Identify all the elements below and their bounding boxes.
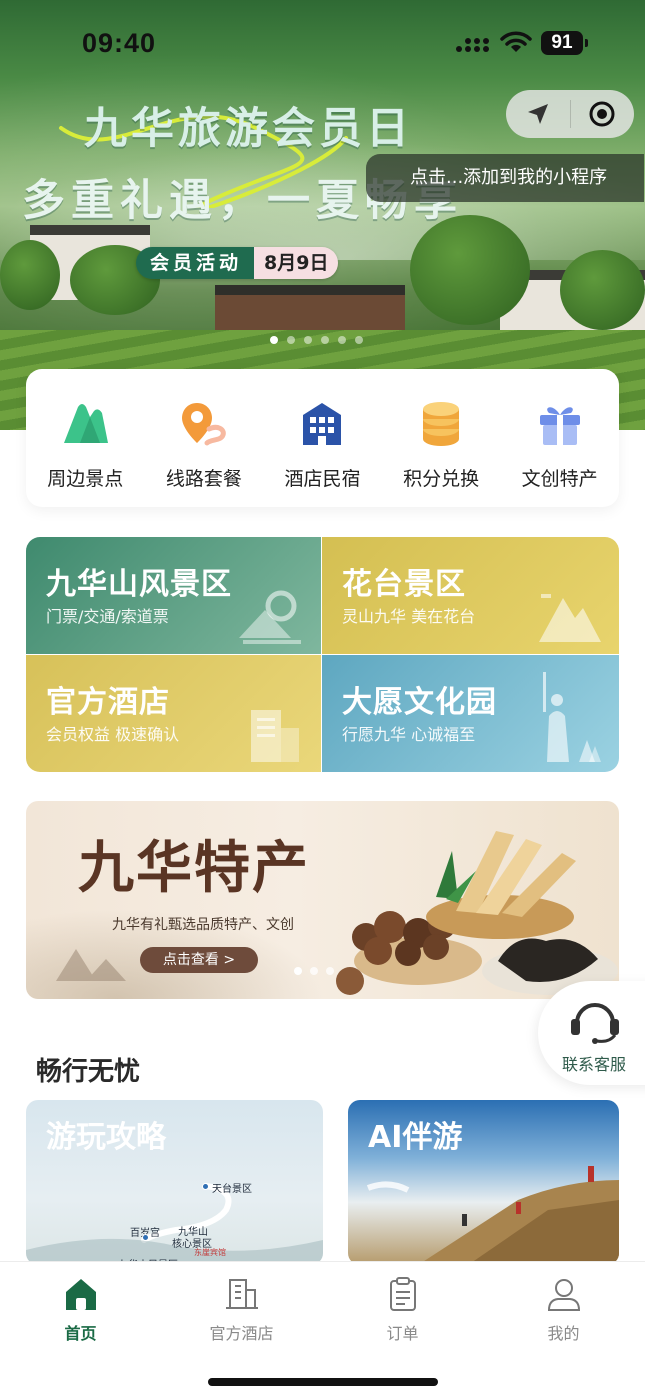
tile-title: 大愿文化园 xyxy=(342,685,497,720)
add-mini-program-tip[interactable]: 点击...添加到我的小程序 xyxy=(366,154,644,202)
mountain-icon xyxy=(64,404,109,443)
tile-official-hotel[interactable]: 官方酒店 会员权益 极速确认 xyxy=(26,655,321,772)
hotel-icon xyxy=(303,403,342,445)
hero-tree xyxy=(0,240,60,310)
carousel-dot[interactable] xyxy=(287,336,295,344)
wifi-icon xyxy=(500,31,532,52)
tab-label: 官方酒店 xyxy=(209,1324,274,1343)
quick-nav-label: 积分兑换 xyxy=(403,468,480,490)
banner-title: 九华特产 xyxy=(78,835,310,901)
tile-subtitle: 灵山九华 美在花台 xyxy=(342,607,476,626)
tile-title: 九华山风景区 xyxy=(46,567,232,602)
pagoda-illustration xyxy=(56,949,126,981)
quick-nav-label: 文创特产 xyxy=(521,468,598,490)
carousel-dot[interactable] xyxy=(310,967,318,975)
customer-service-button[interactable]: 联系客服 xyxy=(538,981,645,1085)
map-label: 东崖宾馆 xyxy=(194,1248,226,1257)
hotel-building-icon xyxy=(251,710,299,762)
section-title: 畅行无忧 xyxy=(36,1057,141,1087)
close-mini-program-button[interactable] xyxy=(571,90,635,138)
cellular-signal-icon xyxy=(456,36,490,54)
tile-subtitle: 门票/交通/索道票 xyxy=(46,607,169,626)
badge-date: 8月9日 xyxy=(254,247,339,279)
tab-orders[interactable]: 订单 xyxy=(322,1262,483,1358)
carousel-dot[interactable] xyxy=(338,336,346,344)
statue-icon xyxy=(543,672,601,762)
location-arrow-icon xyxy=(527,104,548,124)
hiking-illustration xyxy=(366,1166,619,1265)
tile-dayuan-culture-park[interactable]: 大愿文化园 行愿九华 心诚福至 xyxy=(322,655,619,772)
customer-service-label: 联系客服 xyxy=(562,1055,627,1074)
member-activity-badge: 会员活动 8月9日 xyxy=(136,247,339,279)
quick-nav-hotels[interactable]: 酒店民宿 xyxy=(263,369,382,507)
specialty-products-illustration xyxy=(336,831,618,995)
clipboard-icon xyxy=(389,1277,416,1311)
home-icon xyxy=(65,1279,96,1310)
tab-profile[interactable]: 我的 xyxy=(483,1262,644,1358)
map-point xyxy=(142,1234,149,1241)
quick-nav-points-exchange[interactable]: 积分兑换 xyxy=(382,369,501,507)
user-icon xyxy=(547,1279,580,1311)
status-bar: 09:40 91 xyxy=(0,0,645,88)
hero-tree xyxy=(560,250,645,330)
quick-nav-cultural-products[interactable]: 文创特产 xyxy=(500,369,619,507)
location-button[interactable] xyxy=(506,90,570,138)
tile-subtitle: 会员权益 极速确认 xyxy=(46,725,180,744)
building-icon xyxy=(225,1279,258,1309)
quick-nav-label: 周边景点 xyxy=(47,468,124,490)
card-title: 游玩攻略 xyxy=(46,1120,166,1155)
tab-label: 我的 xyxy=(547,1324,580,1343)
quick-nav-label: 酒店民宿 xyxy=(284,468,361,490)
tab-official-hotel[interactable]: 官方酒店 xyxy=(161,1262,322,1358)
mountain-peaks-icon xyxy=(539,594,601,642)
card-title: AI伴游 xyxy=(368,1120,463,1155)
mini-program-capsule xyxy=(506,90,634,138)
badge-label: 会员活动 xyxy=(136,247,255,279)
quick-nav-nearby-sights[interactable]: 周边景点 xyxy=(26,369,145,507)
map-point xyxy=(202,1183,209,1190)
tile-title: 花台景区 xyxy=(342,567,466,602)
tab-home[interactable]: 首页 xyxy=(0,1262,161,1358)
travel-guide-card[interactable]: 游玩攻略 天台景区 百岁宫 九华山 核心景区 东崖宾馆 九华山风景区 xyxy=(26,1100,323,1265)
map-label: 天台景区 xyxy=(212,1184,252,1195)
carousel-dot[interactable] xyxy=(326,967,334,975)
tab-label: 首页 xyxy=(64,1324,97,1343)
specialty-banner[interactable]: 九华特产 九华有礼甄选品质特产、文创 点击查看 > xyxy=(26,801,619,999)
tile-title: 官方酒店 xyxy=(46,685,170,720)
hero-carousel-dots xyxy=(270,336,363,344)
carousel-dot[interactable] xyxy=(294,967,302,975)
status-time: 09:40 xyxy=(82,28,157,58)
banner-carousel-dots xyxy=(294,967,334,975)
battery-indicator: 91 xyxy=(541,31,588,55)
carousel-dot[interactable] xyxy=(304,336,312,344)
route-pin-icon xyxy=(181,403,226,446)
quick-nav-card: 周边景点 线路套餐 酒店民宿 积分兑换 文创特产 xyxy=(26,369,619,507)
hero-title: 九华旅游会员日 xyxy=(84,104,413,154)
tile-subtitle: 行愿九华 心诚福至 xyxy=(342,725,476,744)
hero-tree xyxy=(410,215,530,325)
carousel-dot[interactable] xyxy=(321,336,329,344)
carousel-dot[interactable] xyxy=(270,336,278,344)
banner-subtitle: 九华有礼甄选品质特产、文创 xyxy=(112,917,294,933)
ai-tour-companion-card[interactable]: AI伴游 xyxy=(348,1100,619,1265)
feature-grid: 九华山风景区 门票/交通/索道票 花台景区 灵山九华 美在花台 官方酒店 会员权… xyxy=(26,537,619,772)
home-indicator xyxy=(208,1378,438,1386)
coins-icon xyxy=(423,402,460,446)
gift-icon xyxy=(539,407,580,445)
carousel-dot[interactable] xyxy=(355,336,363,344)
tile-huatai-scenic-area[interactable]: 花台景区 灵山九华 美在花台 xyxy=(322,537,619,654)
quick-nav-label: 线路套餐 xyxy=(165,468,242,490)
tab-label: 订单 xyxy=(386,1324,419,1343)
view-specialty-button[interactable]: 点击查看 > xyxy=(140,947,258,973)
mountain-sun-icon xyxy=(239,590,301,644)
target-icon xyxy=(589,101,615,127)
headset-icon xyxy=(571,1003,619,1044)
quick-nav-route-packages[interactable]: 线路套餐 xyxy=(145,369,264,507)
tile-jiuhua-scenic-area[interactable]: 九华山风景区 门票/交通/索道票 xyxy=(26,537,321,654)
